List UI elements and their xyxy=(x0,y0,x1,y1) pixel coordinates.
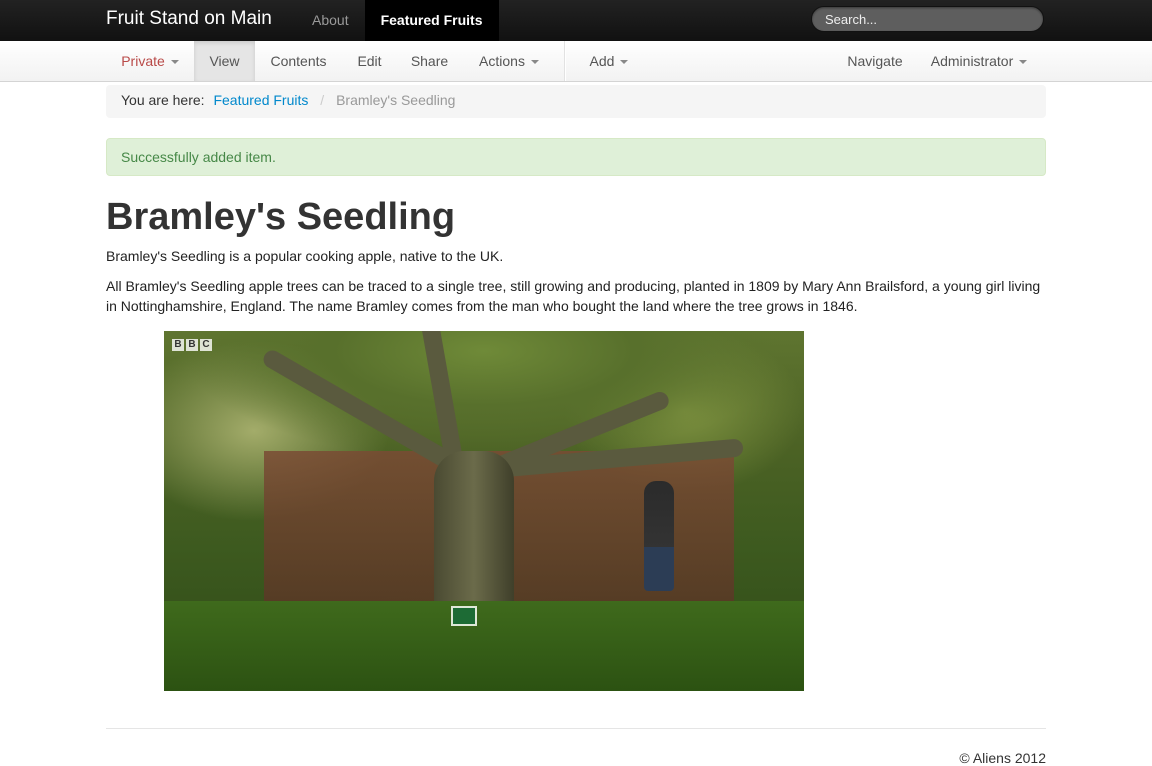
watermark-letter: B xyxy=(172,339,184,351)
alert-message: Successfully added item. xyxy=(121,149,276,165)
toolbar-divider xyxy=(564,41,566,81)
chevron-down-icon xyxy=(1019,60,1028,65)
breadcrumb-prefix: You are here: xyxy=(121,92,205,108)
breadcrumb-separator: / xyxy=(320,92,325,108)
page-body-text: All Bramley's Seedling apple trees can b… xyxy=(106,278,1041,314)
nav-item-featured-fruits[interactable]: Featured Fruits xyxy=(364,0,499,41)
private-label: Private xyxy=(121,53,165,69)
nav-item-about[interactable]: About xyxy=(296,0,365,41)
edit-button[interactable]: Edit xyxy=(342,41,397,81)
administrator-menu[interactable]: Administrator xyxy=(918,41,1040,81)
chevron-down-icon xyxy=(620,60,629,65)
view-button[interactable]: View xyxy=(194,41,255,81)
watermark-letter: C xyxy=(200,339,212,351)
watermark-letter: B xyxy=(186,339,198,351)
bramley-tree-photo: B B C xyxy=(164,331,804,691)
search-input[interactable] xyxy=(811,6,1044,32)
breadcrumb: You are here: Featured Fruits / Bramley'… xyxy=(106,85,1046,118)
top-nav: About Featured Fruits xyxy=(296,0,499,41)
success-alert: Successfully added item. xyxy=(106,138,1046,176)
page-title: Bramley's Seedling xyxy=(106,196,456,238)
navigate-button[interactable]: Navigate xyxy=(832,41,918,81)
top-navbar: Fruit Stand on Main About Featured Fruit… xyxy=(0,0,1152,42)
add-label: Add xyxy=(589,53,615,69)
photo-sign xyxy=(451,606,477,626)
chevron-down-icon xyxy=(170,60,179,65)
footer-divider xyxy=(106,728,1046,729)
photo-person xyxy=(644,481,674,591)
footer-copyright: © Aliens 2012 xyxy=(959,750,1046,766)
bbc-watermark: B B C xyxy=(172,339,212,351)
actions-label: Actions xyxy=(479,53,525,69)
chevron-down-icon xyxy=(530,60,539,65)
photo-tree-trunk xyxy=(434,451,514,621)
breadcrumb-current: Bramley's Seedling xyxy=(336,92,456,108)
breadcrumb-link-featured-fruits[interactable]: Featured Fruits xyxy=(213,92,308,108)
edit-toolbar: Private View Contents Edit Share Actions… xyxy=(0,41,1152,82)
administrator-label: Administrator xyxy=(930,53,1014,69)
share-button[interactable]: Share xyxy=(397,41,462,81)
contents-button[interactable]: Contents xyxy=(255,41,342,81)
private-state-menu[interactable]: Private xyxy=(106,41,194,81)
actions-menu[interactable]: Actions xyxy=(462,41,556,81)
site-brand[interactable]: Fruit Stand on Main xyxy=(106,8,272,30)
page-description: Bramley's Seedling is a popular cooking … xyxy=(106,248,504,264)
add-menu[interactable]: Add xyxy=(574,41,644,81)
photo-grass xyxy=(164,601,804,691)
